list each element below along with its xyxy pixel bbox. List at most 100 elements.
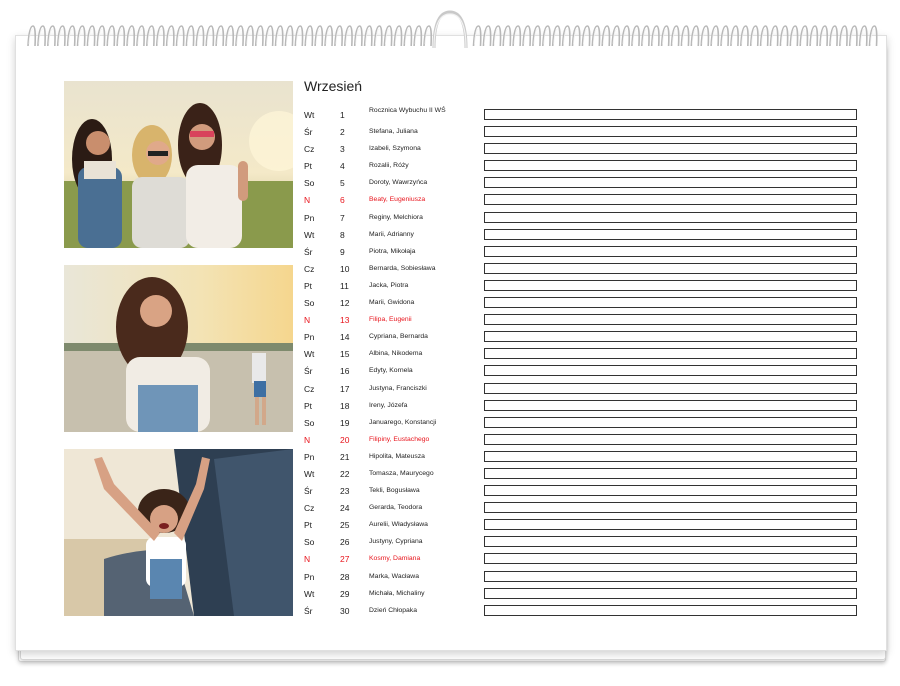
note-box[interactable] — [484, 553, 857, 565]
day-number: 13 — [340, 315, 350, 326]
name-day: Bernarda, Sobiesława — [369, 264, 436, 272]
name-day: Ireny, Józefa — [369, 401, 408, 409]
day-number: 10 — [340, 263, 350, 274]
photo-woman-beach — [64, 265, 293, 432]
name-day: Beaty, Eugeniusza — [369, 196, 426, 204]
day-number: 11 — [340, 280, 349, 291]
note-box[interactable] — [484, 279, 857, 291]
day-number: 1 — [340, 110, 345, 120]
note-box[interactable] — [484, 228, 857, 240]
note-box[interactable] — [484, 536, 857, 548]
name-day: Marii, Adrianny — [369, 230, 414, 238]
name-day: Tekli, Bogusława — [369, 487, 420, 495]
day-number: 30 — [340, 605, 350, 616]
note-box[interactable] — [484, 467, 857, 479]
note-box[interactable] — [484, 143, 857, 155]
day-row: So 26 Justyny, Cypriana — [304, 534, 864, 551]
note-box[interactable] — [484, 433, 857, 445]
day-number: 3 — [340, 144, 345, 155]
calendar-hanger — [430, 8, 470, 54]
day-of-week: Pt — [304, 520, 313, 531]
day-row: Śr 2 Stefana, Juliana — [304, 124, 864, 141]
day-row: Pt 4 Rozalii, Róży — [304, 158, 864, 175]
name-day: Reginy, Melchiora — [369, 213, 423, 221]
name-day: Januarego, Konstancji — [369, 418, 437, 426]
day-of-week: Cz — [304, 263, 315, 274]
day-number: 23 — [340, 486, 350, 497]
name-day: Kosmy, Damiana — [369, 555, 421, 563]
day-of-week: Wt — [304, 110, 315, 120]
day-of-week: N — [304, 554, 311, 565]
day-number: 21 — [340, 451, 350, 462]
day-of-week: Cz — [304, 144, 315, 155]
name-day: Stefana, Juliana — [369, 128, 418, 136]
note-box[interactable] — [484, 587, 857, 599]
note-box[interactable] — [484, 382, 857, 394]
day-row: Cz 24 Gerarda, Teodora — [304, 500, 864, 517]
day-of-week: Śr — [304, 127, 313, 138]
name-day: Marii, Gwidona — [369, 299, 415, 307]
name-day: Justyna, Franciszki — [369, 384, 427, 392]
day-row: Pt 11 Jacka, Piotra — [304, 278, 864, 295]
day-number: 28 — [340, 571, 350, 582]
day-row: N 27 Kosmy, Damiana — [304, 551, 864, 568]
day-number: 22 — [340, 468, 350, 479]
name-day: Cypriana, Bernarda — [369, 333, 428, 341]
day-number: 9 — [340, 246, 345, 257]
name-day: Doroty, Wawrzyńca — [369, 179, 428, 187]
day-of-week: Śr — [304, 246, 313, 257]
day-row: Śr 30 Dzień Chłopaka — [304, 603, 864, 620]
day-of-week: Wt — [304, 468, 315, 479]
note-box[interactable] — [484, 126, 857, 138]
day-of-week: Wt — [304, 229, 315, 240]
day-of-week: So — [304, 178, 315, 189]
name-day: Michała, Michaliny — [369, 589, 425, 597]
note-box[interactable] — [484, 314, 857, 326]
day-number: 7 — [340, 212, 345, 223]
note-box[interactable] — [484, 604, 857, 616]
note-box[interactable] — [484, 245, 857, 257]
day-row: Wt 22 Tomasza, Maurycego — [304, 466, 864, 483]
day-row: Cz 3 Izabeli, Szymona — [304, 141, 864, 158]
day-number: 24 — [340, 503, 350, 514]
day-of-week: N — [304, 315, 311, 326]
photo-three-friends — [64, 81, 293, 248]
note-box[interactable] — [484, 519, 857, 531]
note-box[interactable] — [484, 160, 857, 172]
day-of-week: Pt — [304, 400, 313, 411]
day-of-week: N — [304, 195, 311, 206]
day-of-week: Śr — [304, 486, 313, 497]
day-row: N 6 Beaty, Eugeniusza — [304, 192, 864, 209]
name-day: Edyty, Kornela — [369, 367, 413, 375]
name-day: Tomasza, Maurycego — [369, 469, 434, 477]
note-box[interactable] — [484, 194, 857, 206]
note-box[interactable] — [484, 297, 857, 309]
note-box[interactable] — [484, 450, 857, 462]
month-title: Wrzesień — [304, 78, 363, 94]
note-box[interactable] — [484, 570, 857, 582]
note-box[interactable] — [484, 485, 857, 497]
name-day: Filipa, Eugenii — [369, 316, 412, 324]
name-day: Marka, Wacława — [369, 572, 419, 580]
day-row: Pn 7 Reginy, Melchiora — [304, 210, 864, 227]
note-box[interactable] — [484, 502, 857, 514]
day-of-week: Cz — [304, 383, 315, 394]
name-day: Piotra, Mikołaja — [369, 247, 416, 255]
day-of-week: N — [304, 434, 311, 445]
note-box[interactable] — [484, 109, 857, 120]
day-number: 29 — [340, 588, 350, 599]
note-box[interactable] — [484, 177, 857, 189]
note-box[interactable] — [484, 399, 857, 411]
day-number: 17 — [340, 383, 350, 394]
day-of-week: Pt — [304, 161, 313, 172]
name-day: Aurelii, Władysława — [369, 521, 428, 529]
note-box[interactable] — [484, 262, 857, 274]
note-box[interactable] — [484, 365, 857, 377]
note-box[interactable] — [484, 348, 857, 360]
day-row: So 12 Marii, Gwidona — [304, 295, 864, 312]
note-box[interactable] — [484, 331, 857, 343]
day-number: 26 — [340, 537, 350, 548]
note-box[interactable] — [484, 211, 857, 223]
day-of-week: Cz — [304, 503, 315, 514]
note-box[interactable] — [484, 416, 857, 428]
